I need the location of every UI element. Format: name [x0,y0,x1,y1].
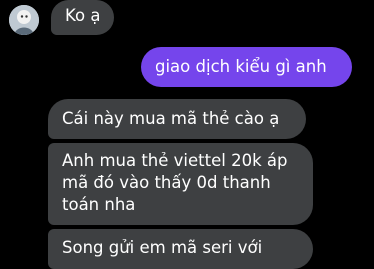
message-text-line: toán nha [62,195,136,214]
contact-avatar-icon [9,5,39,35]
message-text: Cái này mua mã thẻ cào ạ [62,109,280,128]
message-bubble-incoming[interactable]: Cái này mua mã thẻ cào ạ [48,99,306,139]
message-text: giao dịch kiểu gì anh [155,57,327,76]
chat-thread: Ko ạ giao dịch kiểu gì anh Cái này mua m… [0,0,374,269]
message-bubble-incoming[interactable]: Ko ạ [51,0,114,35]
contact-avatar[interactable] [9,5,39,35]
message-bubble-outgoing[interactable]: giao dịch kiểu gì anh [141,47,352,87]
message-text-line: mã đó vào thấy 0d thanh [62,173,271,192]
message-text: Song gửi em mã seri với [62,238,263,257]
message-text: Ko ạ [65,6,101,25]
message-bubble-incoming[interactable]: Song gửi em mã seri với [48,229,313,269]
message-text-line: Anh mua thẻ viettel 20k áp [62,151,288,170]
message-bubble-incoming[interactable]: Anh mua thẻ viettel 20k áp mã đó vào thấ… [48,143,313,225]
